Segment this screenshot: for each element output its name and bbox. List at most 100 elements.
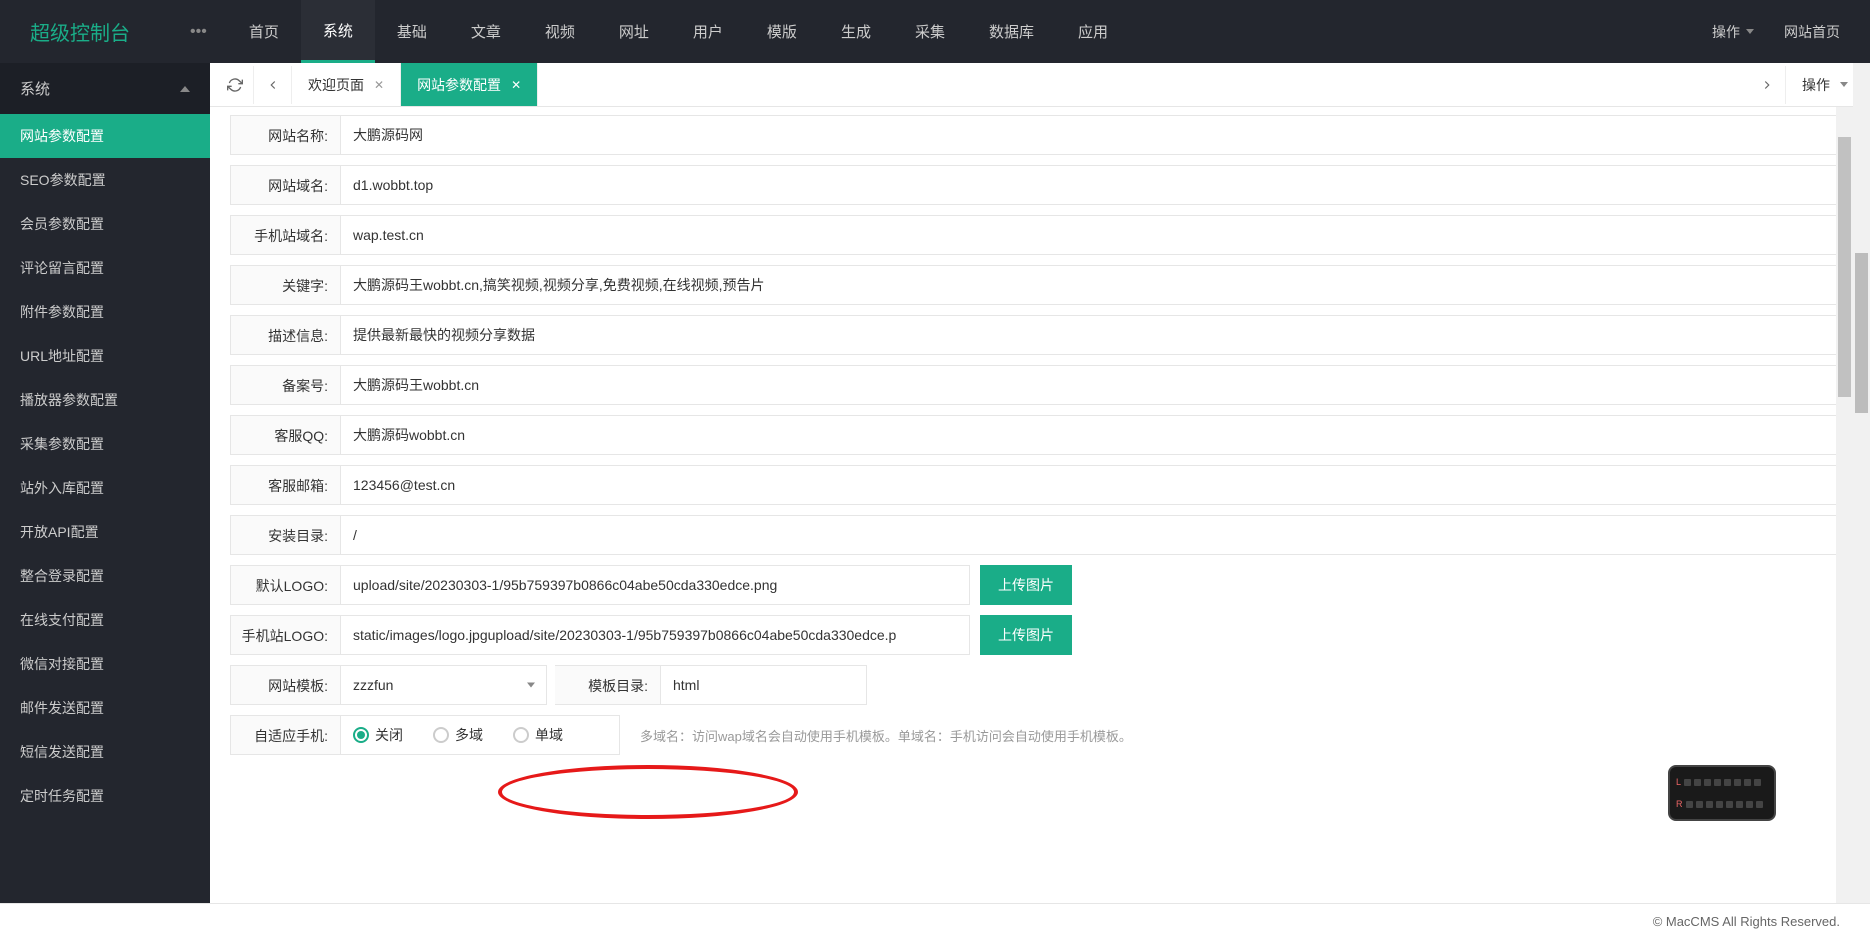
keyboard-indicator-widget[interactable]: L R: [1668, 765, 1776, 821]
sidebar-item-1[interactable]: SEO参数配置: [0, 158, 210, 202]
action-dropdown[interactable]: 操作: [1712, 22, 1754, 42]
sidebar-item-3[interactable]: 评论留言配置: [0, 246, 210, 290]
scrollbar-thumb[interactable]: [1838, 137, 1851, 397]
text-input-2[interactable]: [340, 215, 1850, 255]
nav-item-2[interactable]: 基础: [375, 0, 449, 63]
close-icon[interactable]: ✕: [374, 78, 384, 92]
nav-item-5[interactable]: 网址: [597, 0, 671, 63]
sidebar-item-0[interactable]: 网站参数配置: [0, 114, 210, 158]
nav-item-6[interactable]: 用户: [671, 0, 745, 63]
refresh-button[interactable]: [216, 66, 254, 104]
sidebar-item-7[interactable]: 采集参数配置: [0, 422, 210, 466]
field-label: 客服邮箱:: [230, 465, 340, 505]
logo: 超级控制台: [0, 17, 170, 46]
outer-scrollbar[interactable]: [1853, 63, 1870, 903]
sidebar-item-5[interactable]: URL地址配置: [0, 334, 210, 378]
tabs-row: 欢迎页面 ✕ 网站参数配置 ✕ 操作: [210, 63, 1870, 107]
site-home-link[interactable]: 网站首页: [1784, 22, 1840, 42]
upload-mobile-logo-button[interactable]: 上传图片: [980, 615, 1072, 655]
sidebar-title: 系统: [20, 78, 50, 99]
sidebar-item-13[interactable]: 邮件发送配置: [0, 686, 210, 730]
text-input-8[interactable]: [340, 515, 1850, 555]
radio-option-1[interactable]: 多域: [433, 725, 483, 745]
sidebar-item-12[interactable]: 微信对接配置: [0, 642, 210, 686]
sidebar-item-8[interactable]: 站外入库配置: [0, 466, 210, 510]
sidebar: 系统 网站参数配置SEO参数配置会员参数配置评论留言配置附件参数配置URL地址配…: [0, 63, 210, 903]
highlight-annotation: [498, 765, 798, 819]
inner-scrollbar[interactable]: [1836, 107, 1853, 903]
field-label: 网站名称:: [230, 115, 340, 155]
close-icon[interactable]: ✕: [511, 78, 521, 92]
field-label: 手机站域名:: [230, 215, 340, 255]
field-label: 模板目录:: [555, 665, 660, 705]
radio-option-2[interactable]: 单域: [513, 725, 563, 745]
field-label: 描述信息:: [230, 315, 340, 355]
nav-item-11[interactable]: 应用: [1056, 0, 1130, 63]
chevron-up-icon: [180, 86, 190, 92]
field-label: 关键字:: [230, 265, 340, 305]
scrollbar-thumb[interactable]: [1855, 253, 1868, 413]
field-label: 客服QQ:: [230, 415, 340, 455]
default-logo-input[interactable]: [340, 565, 970, 605]
tab-0[interactable]: 欢迎页面 ✕: [292, 63, 401, 106]
sidebar-item-9[interactable]: 开放API配置: [0, 510, 210, 554]
text-input-7[interactable]: [340, 465, 1850, 505]
template-select[interactable]: [340, 665, 547, 705]
field-label: 自适应手机:: [230, 715, 340, 755]
text-input-5[interactable]: [340, 365, 1850, 405]
nav-item-10[interactable]: 数据库: [967, 0, 1056, 63]
tab-label: 网站参数配置: [417, 75, 501, 95]
field-label: 备案号:: [230, 365, 340, 405]
adaptive-hint: 多域名：访问wap域名会自动使用手机模板。单域名：手机访问会自动使用手机模板。: [640, 726, 1132, 745]
radio-label: 关闭: [375, 725, 403, 745]
radio-label: 单域: [535, 725, 563, 745]
sidebar-item-2[interactable]: 会员参数配置: [0, 202, 210, 246]
footer: © MacCMS All Rights Reserved.: [0, 903, 1870, 939]
form-container: 网站名称: 网站域名: 手机站域名: 关键字: 描述信息: 备案号: 客服QQ: 客服邮箱: 安…: [210, 107, 1870, 903]
nav-item-4[interactable]: 视频: [523, 0, 597, 63]
sidebar-section-header[interactable]: 系统: [0, 63, 210, 114]
top-nav: 首页系统基础文章视频网址用户模版生成采集数据库应用: [227, 0, 1130, 63]
nav-item-9[interactable]: 采集: [893, 0, 967, 63]
nav-item-3[interactable]: 文章: [449, 0, 523, 63]
field-label: 网站模板:: [230, 665, 340, 705]
sidebar-item-10[interactable]: 整合登录配置: [0, 554, 210, 598]
nav-item-8[interactable]: 生成: [819, 0, 893, 63]
tabs-prev-button[interactable]: [254, 66, 292, 104]
radio-icon: [513, 727, 529, 743]
sidebar-item-15[interactable]: 定时任务配置: [0, 774, 210, 818]
tab-1[interactable]: 网站参数配置 ✕: [401, 63, 538, 106]
radio-icon: [353, 727, 369, 743]
text-input-3[interactable]: [340, 265, 1850, 305]
radio-icon: [433, 727, 449, 743]
sidebar-item-6[interactable]: 播放器参数配置: [0, 378, 210, 422]
nav-item-7[interactable]: 模版: [745, 0, 819, 63]
text-input-4[interactable]: [340, 315, 1850, 355]
ellipsis-menu[interactable]: •••: [170, 23, 227, 41]
text-input-1[interactable]: [340, 165, 1850, 205]
mobile-logo-input[interactable]: [340, 615, 970, 655]
radio-label: 多域: [455, 725, 483, 745]
nav-item-1[interactable]: 系统: [301, 0, 375, 63]
action-label: 操作: [1712, 22, 1740, 42]
footer-text: © MacCMS All Rights Reserved.: [1653, 914, 1840, 929]
adaptive-radio-group: 关闭 多域 单域: [340, 715, 620, 755]
content-area: 欢迎页面 ✕ 网站参数配置 ✕ 操作 网站名称: 网站域名: 手机站域名: 关键字: 描述信息…: [210, 63, 1870, 903]
nav-item-0[interactable]: 首页: [227, 0, 301, 63]
field-label: 网站域名:: [230, 165, 340, 205]
tabs-next-button[interactable]: [1748, 66, 1786, 104]
caret-down-icon: [1746, 29, 1754, 34]
text-input-0[interactable]: [340, 115, 1850, 155]
sidebar-item-11[interactable]: 在线支付配置: [0, 598, 210, 642]
tabs-action-label: 操作: [1802, 75, 1830, 95]
field-label: 手机站LOGO:: [230, 615, 340, 655]
upload-default-logo-button[interactable]: 上传图片: [980, 565, 1072, 605]
field-label: 默认LOGO:: [230, 565, 340, 605]
template-dir-input[interactable]: [660, 665, 867, 705]
radio-option-0[interactable]: 关闭: [353, 725, 403, 745]
text-input-6[interactable]: [340, 415, 1850, 455]
tab-label: 欢迎页面: [308, 75, 364, 95]
field-label: 安装目录:: [230, 515, 340, 555]
sidebar-item-14[interactable]: 短信发送配置: [0, 730, 210, 774]
sidebar-item-4[interactable]: 附件参数配置: [0, 290, 210, 334]
